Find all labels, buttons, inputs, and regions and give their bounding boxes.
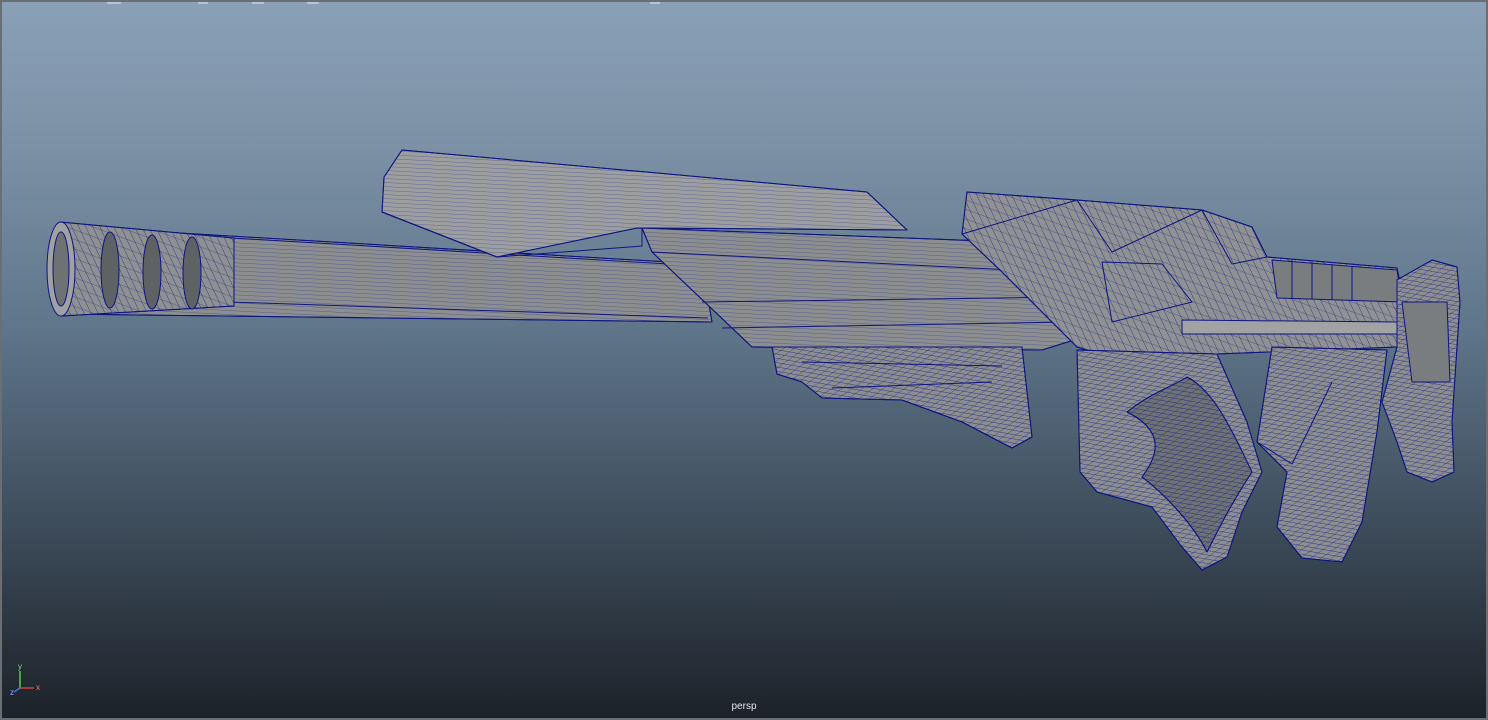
- camera-name-label: persp: [731, 701, 757, 712]
- lower-rail[interactable]: [1181, 319, 1403, 335]
- axis-z-label: z: [10, 688, 14, 696]
- muzzle-brake[interactable]: [46, 221, 235, 317]
- axis-x-label: x: [36, 683, 40, 692]
- pistol-grip[interactable]: [1076, 349, 1263, 571]
- magazine[interactable]: [1256, 346, 1388, 563]
- axis-gizmo-icon: y x z: [10, 662, 40, 696]
- foregrip[interactable]: [771, 346, 1033, 449]
- persp-viewport[interactable]: y x z persp: [0, 0, 1488, 720]
- rifle-mesh[interactable]: [2, 2, 1486, 718]
- axis-y-label: y: [18, 662, 22, 671]
